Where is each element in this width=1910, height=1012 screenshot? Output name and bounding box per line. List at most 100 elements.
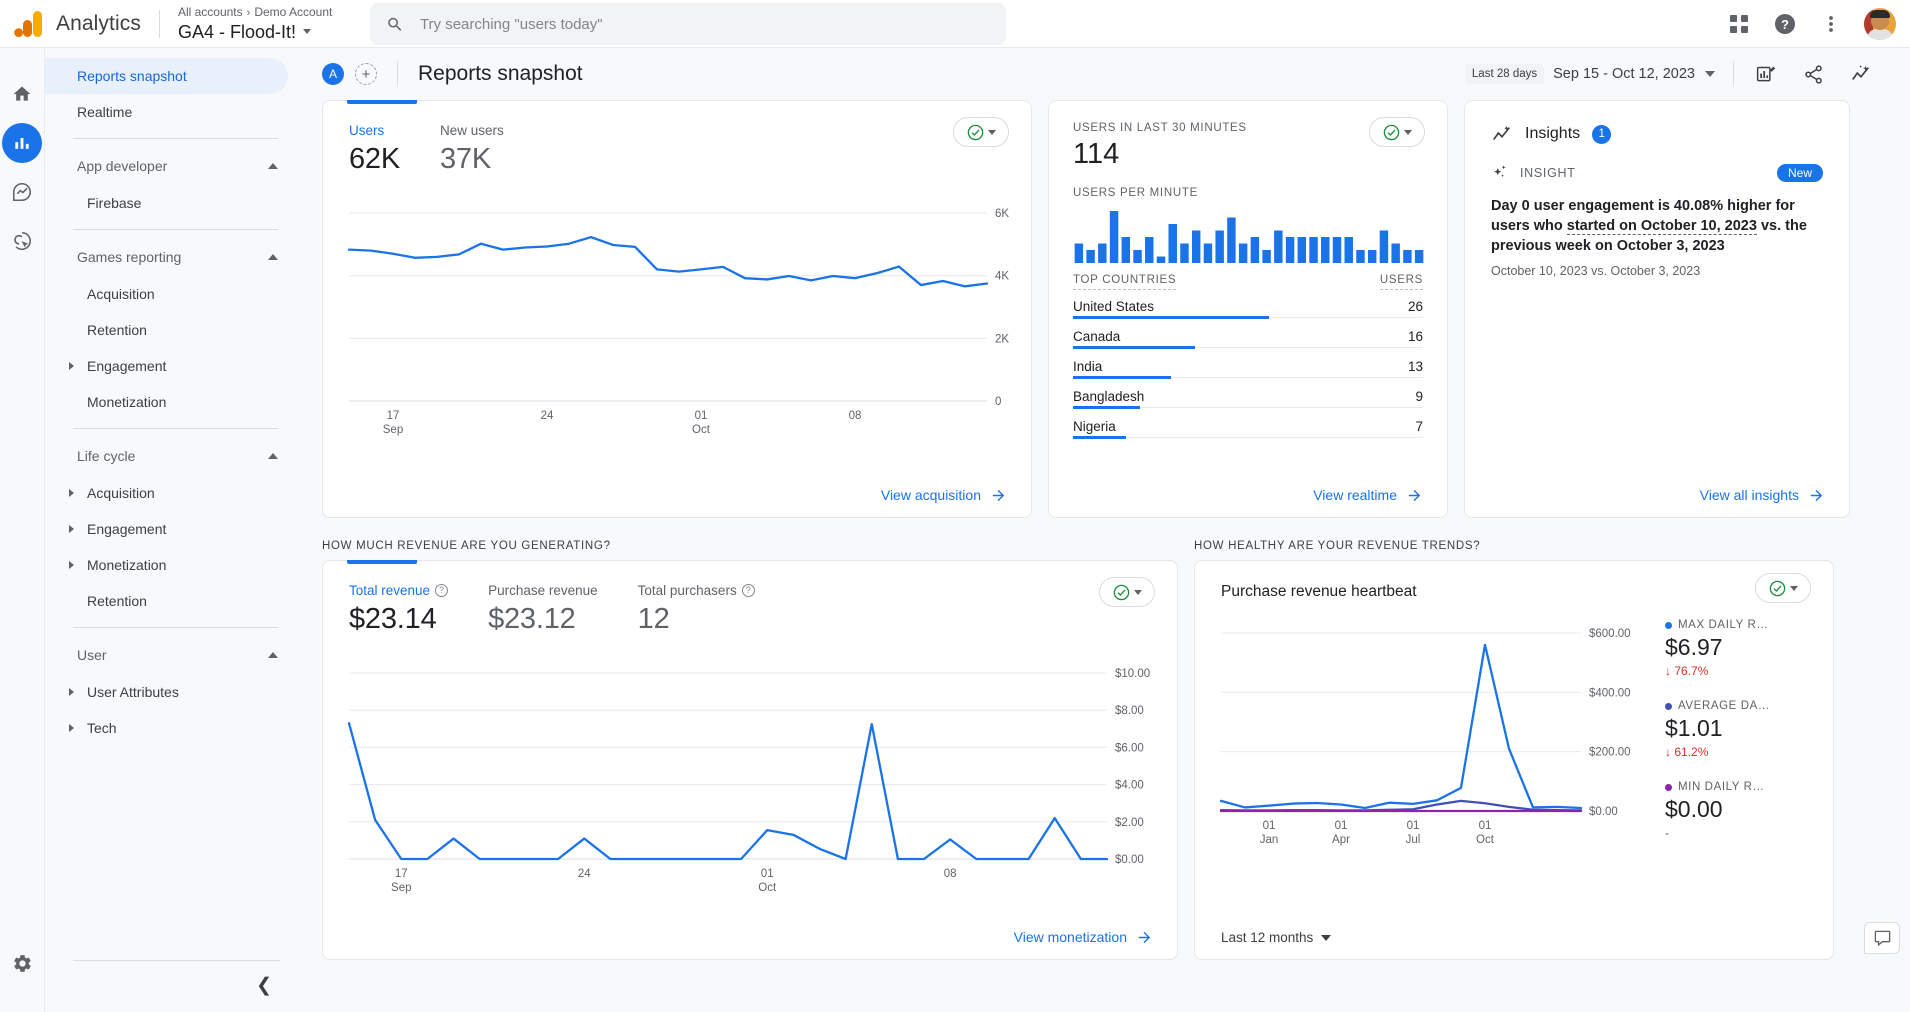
- property-name: GA4 - Flood-It!: [178, 21, 296, 43]
- country-bar-fill: [1073, 316, 1269, 319]
- insights-icon[interactable]: [1848, 61, 1874, 87]
- comparison-chip-all-users[interactable]: A: [322, 63, 344, 85]
- nav-group-label: App developer: [77, 158, 167, 174]
- apps-grid-icon[interactable]: [1726, 11, 1752, 37]
- sidebar-item-user-attributes[interactable]: User Attributes: [45, 674, 288, 710]
- help-icon[interactable]: ?: [742, 584, 755, 597]
- kpi-new-users[interactable]: New users 37K: [440, 123, 504, 176]
- svg-text:01: 01: [1335, 820, 1348, 832]
- country-users: 7: [1415, 419, 1423, 434]
- help-icon[interactable]: ?: [1772, 11, 1798, 37]
- svg-text:01: 01: [1407, 820, 1420, 832]
- sidebar-item-label: User Attributes: [45, 684, 179, 700]
- top-countries-header: TOP COUNTRIES USERS: [1073, 274, 1423, 295]
- sidebar-item-engagement[interactable]: Engagement: [45, 348, 288, 384]
- kpi-new-users-value: 37K: [440, 143, 504, 176]
- sidebar-item-tech[interactable]: Tech: [45, 710, 288, 746]
- kpi-total-purchasers[interactable]: Total purchasers ? 12: [638, 583, 755, 636]
- svg-text:0: 0: [995, 396, 1001, 408]
- sidebar-item-realtime[interactable]: Realtime: [45, 94, 288, 130]
- sidebar-item-monetization[interactable]: Monetization: [45, 384, 288, 420]
- search-input[interactable]: [420, 16, 990, 33]
- rail-item-reports[interactable]: [2, 123, 42, 163]
- property-name-row[interactable]: GA4 - Flood-It!: [178, 21, 332, 43]
- nav-divider: [73, 138, 278, 139]
- table-row[interactable]: Canada16: [1073, 325, 1423, 347]
- top-countries-table: TOP COUNTRIES USERS United States26 Canad…: [1049, 268, 1447, 438]
- card-status-menu[interactable]: [1099, 577, 1155, 607]
- date-range-picker[interactable]: Sep 15 - Oct 12, 2023: [1553, 66, 1715, 82]
- help-icon[interactable]: ?: [435, 584, 448, 597]
- svg-text:01: 01: [1479, 820, 1492, 832]
- global-search[interactable]: [370, 3, 1006, 45]
- insights-card: Insights 1 INSIGHT New Day 0 user engage…: [1464, 100, 1850, 518]
- view-realtime-link[interactable]: View realtime: [1313, 487, 1423, 504]
- kpi-purchase-revenue[interactable]: Purchase revenue $23.12: [488, 583, 598, 636]
- rail-item-explore[interactable]: [2, 172, 42, 212]
- sidebar-item-retention[interactable]: Retention: [45, 583, 288, 619]
- svg-text:24: 24: [541, 410, 554, 422]
- nav-group-user[interactable]: User: [45, 636, 298, 674]
- nav-group-games-reporting[interactable]: Games reporting: [45, 238, 298, 276]
- chevron-right-icon: [69, 362, 74, 370]
- rail-item-advertising[interactable]: [2, 221, 42, 261]
- card-status-menu[interactable]: [1755, 573, 1811, 603]
- share-icon[interactable]: [1800, 61, 1826, 87]
- heartbeat-card-title: Purchase revenue heartbeat: [1221, 583, 1809, 601]
- heartbeat-section-title: How healthy are your revenue trends?: [1194, 540, 1480, 552]
- sidebar-item-reports-snapshot[interactable]: Reports snapshot: [45, 58, 288, 94]
- sidebar-item-monetization[interactable]: Monetization: [45, 547, 288, 583]
- edit-comparison-icon[interactable]: [1752, 61, 1778, 87]
- table-row[interactable]: Bangladesh9: [1073, 385, 1423, 407]
- more-vert-icon[interactable]: [1818, 11, 1844, 37]
- table-row[interactable]: Nigeria7: [1073, 415, 1423, 437]
- legend-label: MIN DAILY R…: [1678, 781, 1765, 793]
- settings-gear-icon[interactable]: [3, 943, 43, 983]
- svg-text:$200.00: $200.00: [1589, 747, 1631, 759]
- avatar[interactable]: [1864, 8, 1896, 40]
- sidebar-item-acquisition[interactable]: Acquisition: [45, 475, 288, 511]
- nav-group-life-cycle[interactable]: Life cycle: [45, 437, 298, 475]
- card-status-menu[interactable]: [1369, 117, 1425, 147]
- view-realtime-label: View realtime: [1313, 487, 1397, 503]
- kpi-total-revenue-label: Total revenue ?: [349, 583, 448, 598]
- page-header-right: Last 28 days Sep 15 - Oct 12, 2023: [1465, 61, 1874, 87]
- feedback-button[interactable]: [1864, 922, 1900, 954]
- chevron-up-icon: [268, 163, 278, 169]
- view-monetization-label: View monetization: [1014, 929, 1127, 945]
- insight-text-underline: started on October 10, 2023: [1567, 218, 1757, 235]
- collapse-nav-icon[interactable]: ❮: [256, 974, 272, 997]
- legend-label-row: AVERAGE DA…: [1665, 700, 1770, 712]
- nav-group-app-developer[interactable]: App developer: [45, 147, 298, 185]
- heartbeat-body: $0.00$200.00$400.00$600.0001Jan01Apr01Ju…: [1195, 615, 1833, 865]
- kpi-total-revenue-value: $23.14: [349, 603, 448, 636]
- users-per-minute-label: USERS PER MINUTE: [1073, 187, 1423, 199]
- table-row[interactable]: India13: [1073, 355, 1423, 377]
- heartbeat-range-selector[interactable]: Last 12 months: [1221, 930, 1331, 945]
- sidebar-item-firebase[interactable]: Firebase: [45, 185, 288, 221]
- nav-group-label: Life cycle: [77, 448, 135, 464]
- country-rows: United States26 Canada16 India13 Bangladesh…: [1073, 295, 1423, 438]
- rail-item-home[interactable]: [2, 74, 42, 114]
- users-per-minute-block: USERS PER MINUTE: [1049, 171, 1447, 268]
- sidebar-item-label: Firebase: [45, 195, 141, 211]
- kpi-users[interactable]: Users 62K: [349, 123, 400, 176]
- account-selector[interactable]: All accounts›Demo Account GA4 - Flood-It…: [178, 5, 332, 43]
- card-status-menu[interactable]: [953, 117, 1009, 147]
- view-all-insights-link[interactable]: View all insights: [1700, 487, 1825, 504]
- insight-body[interactable]: Day 0 user engagement is 40.08% higher f…: [1465, 182, 1849, 278]
- sidebar-item-retention[interactable]: Retention: [45, 312, 288, 348]
- view-acquisition-link[interactable]: View acquisition: [881, 487, 1007, 504]
- table-row[interactable]: United States26: [1073, 295, 1423, 317]
- sidebar-item-acquisition[interactable]: Acquisition: [45, 276, 288, 312]
- nav-collapse-divider: [73, 960, 280, 961]
- arrow-right-icon: [1406, 487, 1423, 504]
- breadcrumb-separator: ›: [247, 7, 251, 19]
- section-titles-row: How much revenue are you generating? How…: [298, 518, 1910, 560]
- kpi-total-revenue[interactable]: Total revenue ? $23.14: [349, 583, 448, 636]
- country-bar-track: [1073, 347, 1423, 348]
- view-monetization-link[interactable]: View monetization: [1014, 929, 1153, 946]
- sidebar-item-engagement[interactable]: Engagement: [45, 511, 288, 547]
- feedback-icon: [1873, 929, 1892, 948]
- add-comparison-button[interactable]: +: [355, 63, 377, 85]
